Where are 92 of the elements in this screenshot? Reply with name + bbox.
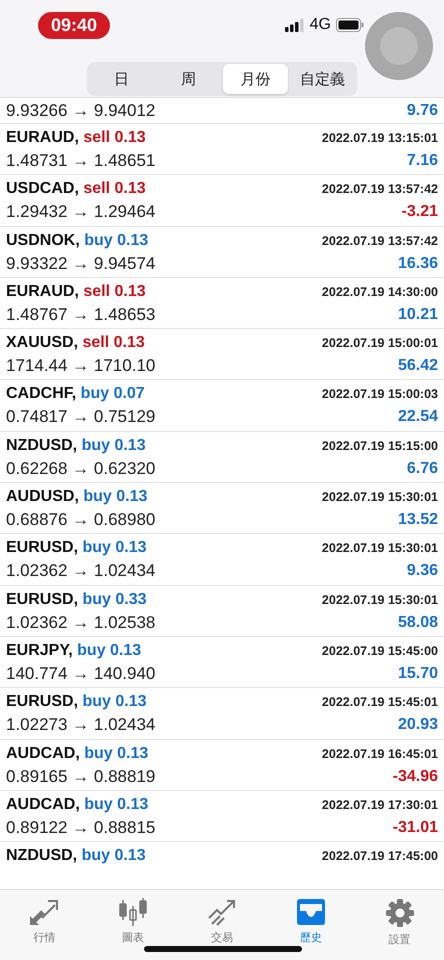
- profit-value: 15.70: [398, 664, 438, 683]
- price-range: 1.02273 → 1.02434: [6, 715, 156, 736]
- deal-time: 2022.07.19 15:00:01: [322, 336, 438, 350]
- price-range: 9.93322 → 9.94574: [6, 254, 156, 274]
- price-range: 140.774 → 140.940: [6, 664, 156, 684]
- tab-item[interactable]: 行情: [4, 898, 84, 960]
- deal-row[interactable]: AUDCAD, buy 0.13 2022.07.19 17:30:01 0.89122 → 0.88815 -31.01: [0, 790, 444, 842]
- deal-row[interactable]: EURUSD, buy 0.13 2022.07.19 15:45:01 1.02273 → 1.02434 20.93: [0, 688, 444, 740]
- profit-value: 22.54: [398, 408, 438, 426]
- profit-value: 10.21: [398, 306, 438, 324]
- deal-time: 2022.07.19 15:00:03: [322, 387, 438, 402]
- deal-time: 2022.07.19 15:45:01: [322, 695, 438, 710]
- tab-item[interactable]: 交易: [182, 898, 262, 960]
- deal-time: 2022.07.19 13:57:42: [322, 234, 438, 248]
- deal-row[interactable]: CADCHF, buy 0.07 2022.07.19 15:00:03 0.74817 → 0.75129 22.54: [0, 380, 444, 432]
- price-range: 1714.44 → 1710.10: [6, 356, 156, 376]
- deal-time: 2022.07.19 15:30:01: [322, 592, 438, 607]
- period-tab[interactable]: 日: [89, 64, 154, 94]
- deal-row[interactable]: NZDUSD, buy 0.13 2022.07.19 15:15:00 0.62268 → 0.62320 6.76: [0, 432, 444, 484]
- inbox-icon: [296, 898, 326, 926]
- profit-value: -34.96: [392, 768, 438, 786]
- deal-row[interactable]: XAUUSD, sell 0.13 2022.07.19 15:00:01 1714.44 → 1710.10 56.42: [0, 329, 444, 380]
- period-tab[interactable]: 自定義: [290, 64, 355, 94]
- deal-row[interactable]: EURJPY, buy 0.13 2022.07.19 15:45:00 140.774 → 140.940 15.70: [0, 636, 444, 688]
- period-tab[interactable]: 月份: [223, 64, 288, 94]
- deal-time: 2022.07.19 13:15:01: [322, 131, 438, 145]
- deal-row[interactable]: USDCAD, sell 0.13 2022.07.19 13:57:42 1.29432 → 1.29464 -3.21: [0, 175, 444, 227]
- status-time: 09:40: [38, 12, 110, 38]
- price-range: 1.02362 → 1.02538: [6, 612, 156, 633]
- profit-value: 13.52: [398, 511, 438, 530]
- deal-time: 2022.07.19 15:15:00: [322, 438, 438, 453]
- profit-value: 56.42: [398, 357, 438, 376]
- deal-row[interactable]: EURAUD, sell 0.13 2022.07.19 14:30:00 1.48767 → 1.48653 10.21: [0, 278, 444, 330]
- deal-row[interactable]: EURAUD, sell 0.13 2022.07.19 13:15:01 1.48731 → 1.48651 7.16: [0, 124, 444, 176]
- deal-title: NZDUSD, buy 0.13: [6, 436, 146, 455]
- tab-item[interactable]: 歷史: [270, 898, 351, 960]
- deal-title: EURAUD, sell 0.13: [6, 282, 146, 301]
- deal-title: USDCAD, sell 0.13: [6, 180, 146, 198]
- deal-title: USDNOK, buy 0.13: [6, 232, 148, 250]
- profit-value: 6.76: [406, 460, 438, 478]
- profit-value: 58.08: [398, 614, 438, 632]
- price-range: 1.48731 → 1.48651: [6, 151, 156, 171]
- profit-value: -31.01: [392, 818, 438, 837]
- deal-title: EURAUD, sell 0.13: [6, 129, 146, 147]
- profit-value: 16.36: [398, 254, 438, 273]
- tab-item[interactable]: 圖表: [93, 898, 174, 960]
- deal-time: 2022.07.19 15:30:01: [322, 541, 438, 556]
- tab-item[interactable]: 設置: [360, 898, 440, 960]
- deal-title: CADCHF, buy 0.07: [6, 385, 145, 404]
- network-label: 4G: [310, 16, 331, 34]
- deal-time: 2022.07.19 14:30:00: [322, 284, 438, 299]
- deal-time: 2022.07.19 17:45:00: [322, 849, 438, 864]
- deal-title: EURUSD, buy 0.13: [6, 539, 146, 558]
- deal-time: 2022.07.19 16:45:01: [322, 746, 438, 761]
- deal-time: 2022.07.19 15:30:01: [322, 490, 438, 504]
- price-range: 0.74817 → 0.75129: [6, 407, 156, 428]
- deal-title: EURUSD, buy 0.33: [6, 590, 146, 609]
- profit-value: 9.76: [406, 102, 438, 120]
- deal-row[interactable]: EURUSD, buy 0.33 2022.07.19 15:30:01 1.02362 → 1.02538 58.08: [0, 586, 444, 637]
- deal-title: NZDUSD, buy 0.13: [6, 847, 146, 866]
- deal-time: 2022.07.19 17:30:01: [322, 798, 438, 812]
- price-range: 1.02362 → 1.02434: [6, 561, 156, 582]
- deal-title: XAUUSD, sell 0.13: [6, 334, 145, 352]
- diagonal-arrows-icon: [29, 898, 60, 926]
- price-range: 1.48767 → 1.48653: [6, 304, 156, 325]
- deal-title: EURJPY, buy 0.13: [6, 642, 142, 660]
- price-range: 0.62268 → 0.62320: [6, 458, 156, 479]
- deal-row[interactable]: USDNOK, buy 0.13 2022.07.19 13:57:42 9.93322 → 9.94574 16.36: [0, 226, 444, 278]
- deal-time: 2022.07.19 15:45:00: [322, 644, 438, 658]
- deal-row[interactable]: AUDUSD, buy 0.13 2022.07.19 15:30:01 0.68876 → 0.68980 13.52: [0, 483, 444, 534]
- deal-title: EURUSD, buy 0.13: [6, 693, 146, 712]
- candlestick-icon: [118, 898, 148, 926]
- signal-icon: [284, 18, 305, 32]
- deal-title: AUDCAD, buy 0.13: [6, 744, 148, 763]
- profit-value: 7.16: [406, 152, 438, 170]
- price-range: 9.93266 → 9.94012: [6, 100, 156, 120]
- price-range: 0.68876 → 0.68980: [6, 510, 156, 530]
- deal-title: AUDCAD, buy 0.13: [6, 796, 148, 814]
- settings-icon: [384, 898, 415, 928]
- profit-value: 20.93: [398, 716, 438, 734]
- period-tab[interactable]: 周: [156, 64, 221, 94]
- deal-title: AUDUSD, buy 0.13: [6, 488, 148, 506]
- battery-icon: [336, 18, 364, 32]
- price-range: 0.89122 → 0.88815: [6, 818, 156, 838]
- profit-value: -3.21: [402, 203, 438, 222]
- price-range: 0.89165 → 0.88819: [6, 766, 156, 787]
- deal-time: 2022.07.19 13:57:42: [322, 182, 438, 196]
- deal-row[interactable]: AUDCAD, buy 0.13 2022.07.19 16:45:01 0.89165 → 0.88819 -34.96: [0, 740, 444, 791]
- price-range: 1.29432 → 1.29464: [6, 202, 156, 222]
- trend-arrow-icon: [206, 898, 237, 926]
- deal-row[interactable]: EURUSD, buy 0.13 2022.07.19 15:30:01 1.02362 → 1.02434 9.36: [0, 534, 444, 586]
- profit-value: 9.36: [406, 562, 438, 580]
